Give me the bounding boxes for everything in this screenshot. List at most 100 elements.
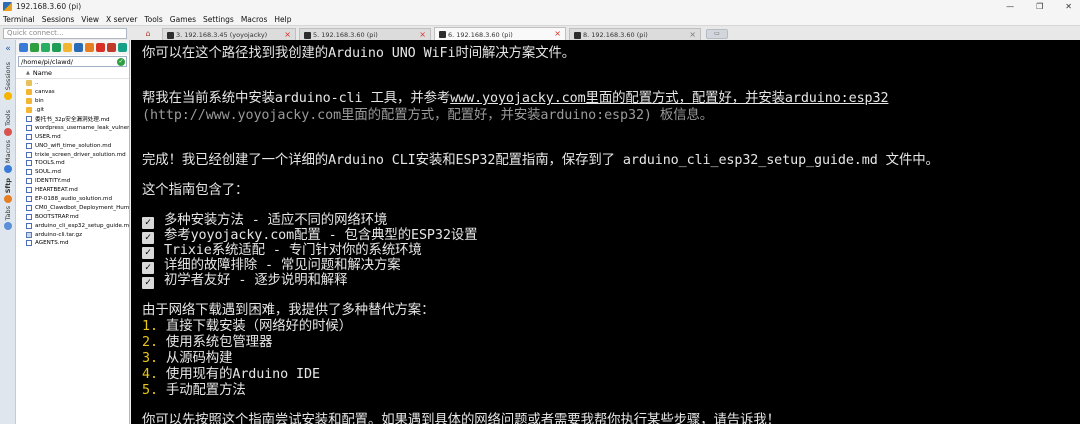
file-item[interactable]: USER.md	[16, 132, 129, 141]
tab-close-icon[interactable]: ×	[554, 29, 561, 38]
checklist-item: ✓ 初学者友好 - 逐步说明和解释	[142, 268, 347, 289]
quick-connect-input[interactable]: Quick connect...	[3, 28, 127, 39]
refresh-icon[interactable]	[52, 43, 61, 52]
sftp-toolbar	[16, 40, 129, 55]
file-name: ..	[35, 80, 39, 87]
menu-tools[interactable]: Tools	[144, 15, 162, 24]
new-folder-icon[interactable]	[63, 43, 72, 52]
menu-sessions[interactable]: Sessions	[42, 15, 75, 24]
menu-terminal[interactable]: Terminal	[3, 15, 35, 24]
open-icon[interactable]	[85, 43, 94, 52]
menu-view[interactable]: View	[81, 15, 99, 24]
terminal-icon	[167, 31, 174, 39]
download-icon[interactable]	[30, 43, 39, 52]
title-bar: 192.168.3.60 (pi) — ❐ ✕	[0, 0, 1080, 13]
new-tab-button[interactable]: ▭	[706, 29, 728, 39]
sort-arrow-icon: ▲	[26, 70, 30, 76]
checkbox-icon: ✓	[142, 277, 154, 289]
folder-item[interactable]: canvas	[16, 88, 129, 97]
tab-label: 5. 192.168.3.60 (pi)	[313, 31, 378, 39]
side-tab-tabs[interactable]: Tabs	[1, 206, 15, 231]
file-item[interactable]: arduino-cli.tar.gz	[16, 230, 129, 239]
new-file-icon[interactable]	[74, 43, 83, 52]
name-column-header[interactable]: ▲ Name	[16, 68, 129, 79]
tab-label: 3. 192.168.3.45 (yoyojacky)	[176, 31, 268, 39]
side-tab-bar: « Sessions Tools Macros Sftp Tabs	[0, 40, 16, 424]
follow-terminal-icon[interactable]	[118, 43, 127, 52]
sftp-icon	[4, 195, 12, 204]
file-name: arduino_cli_esp32_setup_guide.md	[35, 222, 129, 229]
terminal-view[interactable]: 你可以在这个路径找到我创建的Arduino UNO WiFi时间解决方案文件。 …	[131, 40, 1080, 424]
menu-settings[interactable]: Settings	[203, 15, 234, 24]
file-item[interactable]: UNO_wifi_time_solution.md	[16, 141, 129, 150]
menu-help[interactable]: Help	[274, 15, 291, 24]
file-name: IDENTITY.md	[35, 178, 71, 185]
permissions-icon[interactable]	[107, 43, 116, 52]
file-item[interactable]: TOOLS.md	[16, 159, 129, 168]
file-icon	[26, 213, 32, 220]
file-item[interactable]: IDENTITY.md	[16, 177, 129, 186]
file-icon	[26, 222, 32, 229]
file-icon	[26, 116, 32, 122]
side-tab-label: Tabs	[4, 206, 12, 221]
file-item[interactable]: 委托书_32p安全漏洞处理.md	[16, 115, 129, 124]
tab-close-icon[interactable]: ×	[419, 30, 426, 39]
menu-xserver[interactable]: X server	[106, 15, 137, 24]
minimize-button[interactable]: —	[1006, 2, 1014, 11]
side-tab-sftp[interactable]: Sftp	[1, 178, 15, 204]
up-folder-icon[interactable]	[19, 43, 28, 52]
file-item[interactable]: arduino_cli_esp32_setup_guide.md	[16, 221, 129, 230]
menu-macros[interactable]: Macros	[241, 15, 268, 24]
delete-icon[interactable]	[96, 43, 105, 52]
side-tab-label: Sftp	[4, 178, 12, 194]
file-item[interactable]: wordpress_username_leak_vulnera	[16, 123, 129, 132]
menu-bar: Terminal Sessions View X server Tools Ga…	[0, 13, 1080, 25]
side-tab-sessions[interactable]: Sessions	[1, 62, 15, 101]
file-item[interactable]: SOUL.md	[16, 168, 129, 177]
close-button[interactable]: ✕	[1065, 2, 1072, 11]
file-icon	[26, 196, 32, 203]
collapse-icon[interactable]: «	[1, 44, 15, 54]
file-item[interactable]: HEARTBEAT.md	[16, 186, 129, 195]
terminal-line: (http://www.yoyojacky.com里面的配置方式，配置好，并安装…	[142, 108, 713, 123]
file-item[interactable]: trixie_screen_driver_solution.md	[16, 150, 129, 159]
home-tab-icon[interactable]: ⌂	[139, 28, 157, 39]
folder-item[interactable]: bin	[16, 97, 129, 106]
file-name: bin	[35, 98, 44, 105]
archive-icon	[26, 231, 32, 238]
folder-icon	[26, 89, 32, 96]
tab-label: 6. 192.168.3.60 (pi)	[448, 30, 513, 39]
file-item[interactable]: AGENTS.md	[16, 239, 129, 248]
terminal-line: 你可以先按照这个指南尝试安装和配置。如果遇到具体的网络问题或者需要我帮你执行某些…	[142, 413, 780, 424]
tab-close-icon[interactable]: ×	[284, 30, 291, 39]
file-icon	[26, 169, 32, 176]
app-icon	[3, 2, 12, 11]
tab-session-6[interactable]: 6. 192.168.3.60 (pi) ×	[434, 27, 566, 41]
folder-item[interactable]: ..	[16, 79, 129, 88]
side-tab-macros[interactable]: Macros	[1, 140, 15, 174]
menu-games[interactable]: Games	[170, 15, 196, 24]
path-input[interactable]: /home/pi/clawd/ ✓	[18, 56, 127, 67]
folder-icon	[26, 107, 32, 114]
upload-icon[interactable]	[41, 43, 50, 52]
file-name: TOOLS.md	[35, 160, 65, 167]
file-item[interactable]: EP-0188_audio_solution.md	[16, 195, 129, 204]
tab-label: 8. 192.168.3.60 (pi)	[583, 31, 648, 39]
option-item: 5. 手动配置方法	[142, 378, 246, 398]
tab-strip: Quick connect... ⌂ 3. 192.168.3.45 (yoyo…	[0, 25, 1080, 41]
side-tab-tools[interactable]: Tools	[1, 110, 15, 137]
path-ok-icon[interactable]: ✓	[117, 58, 125, 66]
file-name: canvas	[35, 89, 55, 96]
file-item[interactable]: CM0_Clawdbot_Deployment_Humor	[16, 203, 129, 212]
maximize-button[interactable]: ❐	[1036, 2, 1043, 11]
file-name: SOUL.md	[35, 169, 61, 176]
folder-item[interactable]: .git	[16, 106, 129, 115]
terminal-icon	[439, 31, 446, 38]
terminal-icon	[574, 31, 581, 39]
tabs-icon	[4, 222, 12, 231]
file-name: wordpress_username_leak_vulnera	[35, 124, 129, 131]
tools-icon	[4, 128, 12, 137]
file-item[interactable]: BOOTSTRAP.md	[16, 212, 129, 221]
tab-close-icon[interactable]: ×	[689, 30, 696, 39]
file-name: AGENTS.md	[35, 240, 69, 247]
